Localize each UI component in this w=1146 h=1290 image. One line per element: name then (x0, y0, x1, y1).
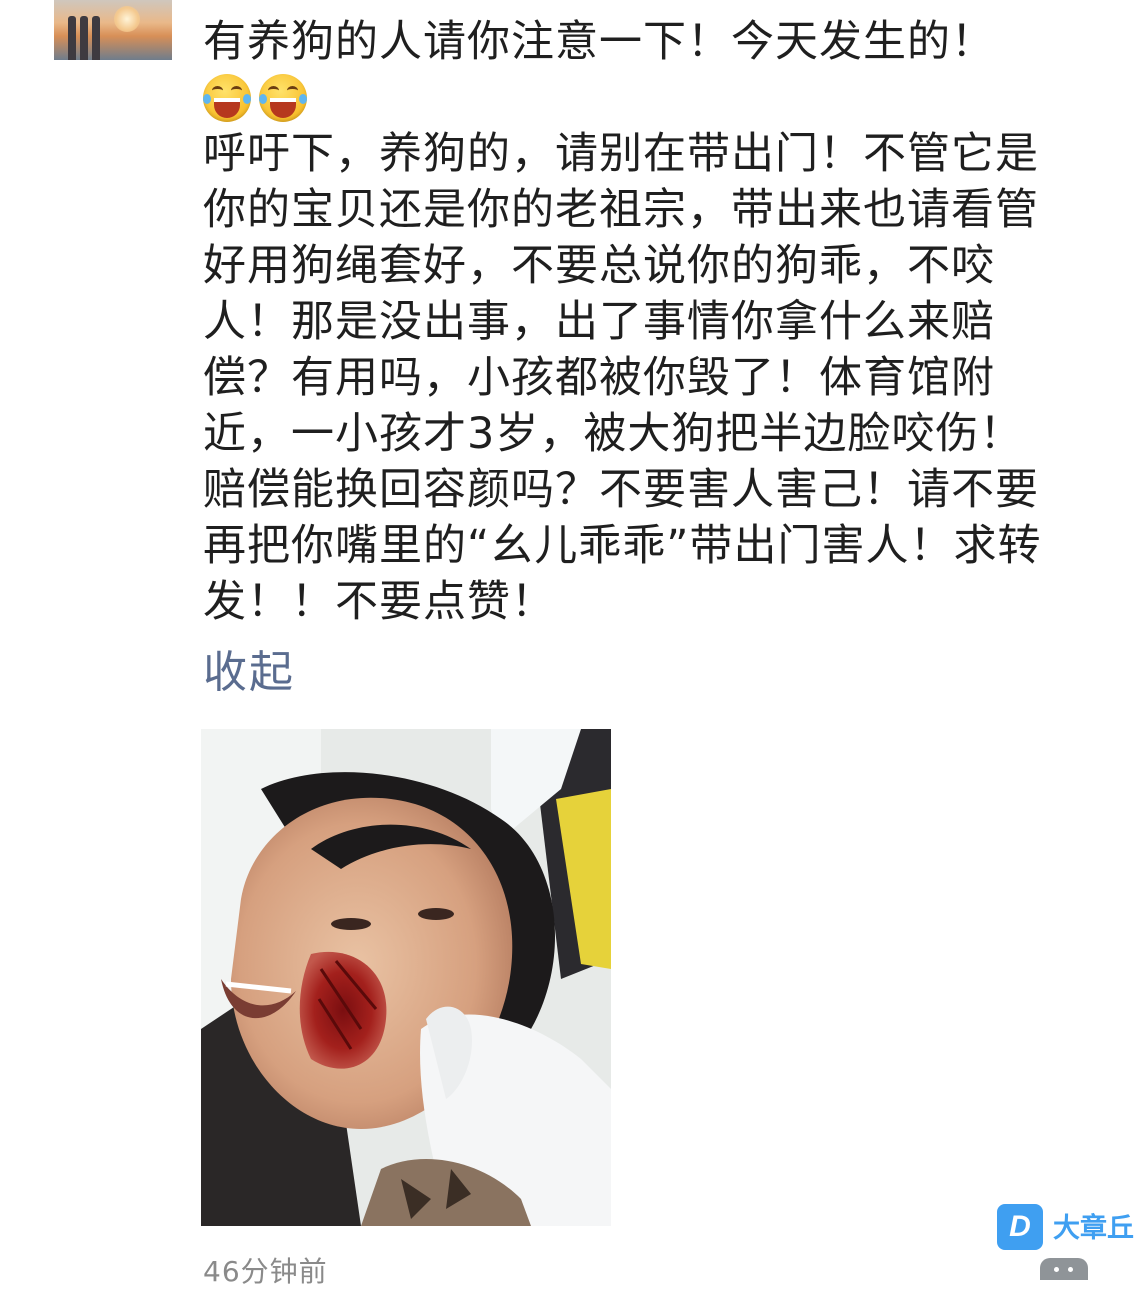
post-body: 呼吁下，养狗的，请别在带出门！不管它是 你的宝贝还是你的老祖宗，带出来也请看管 … (203, 126, 1103, 630)
watermark-logo-icon: D (997, 1204, 1043, 1250)
post-body-line: 你的宝贝还是你的老祖宗，带出来也请看管 (203, 185, 1039, 235)
post-body-line: 好用狗绳套好，不要总说你的狗乖，不咬 (203, 241, 995, 291)
post-content: 有养狗的人请你注意一下！今天发生的！ 呼吁下，养狗的，请别在带出门！不管它是 你… (203, 14, 1103, 630)
post-photo-illustration (201, 729, 611, 1226)
post-timestamp: 46分钟前 (203, 1255, 328, 1288)
laughing-tears-emoji-icon (259, 74, 307, 122)
post-body-line: 呼吁下，养狗的，请别在带出门！不管它是 (203, 129, 1039, 179)
post-body-line: 赔偿能换回容颜吗？不要害人害己！请不要 (203, 465, 1039, 515)
watermark-text: 大章丘 (1053, 1213, 1134, 1244)
avatar-figure (80, 16, 88, 60)
post-body-line: 偿？有用吗，小孩都被你毁了！体育馆附 (203, 353, 995, 403)
emoji-row (203, 70, 1103, 126)
post-body-line: 再把你嘴里的“幺儿乖乖”带出门害人！求转 (203, 521, 1042, 571)
avatar-figure (68, 16, 76, 60)
avatar-figure (92, 16, 100, 60)
post-body-line: 人！那是没出事，出了事情你拿什么来赔 (203, 297, 995, 347)
laughing-tears-emoji-icon (203, 74, 251, 122)
post-body-line: 发！！不要点赞！ (203, 577, 555, 627)
comment-icon[interactable] (1040, 1258, 1088, 1280)
watermark: D 大章丘 (997, 1204, 1142, 1254)
post-title: 有养狗的人请你注意一下！今天发生的！ (203, 17, 995, 67)
post-body-line: 近，一小孩才3岁，被大狗把半边脸咬伤！ (203, 409, 1024, 459)
user-avatar[interactable] (54, 0, 172, 60)
post-photo[interactable] (201, 729, 611, 1226)
collapse-link[interactable]: 收起 (203, 645, 295, 701)
avatar-sun (114, 6, 140, 32)
